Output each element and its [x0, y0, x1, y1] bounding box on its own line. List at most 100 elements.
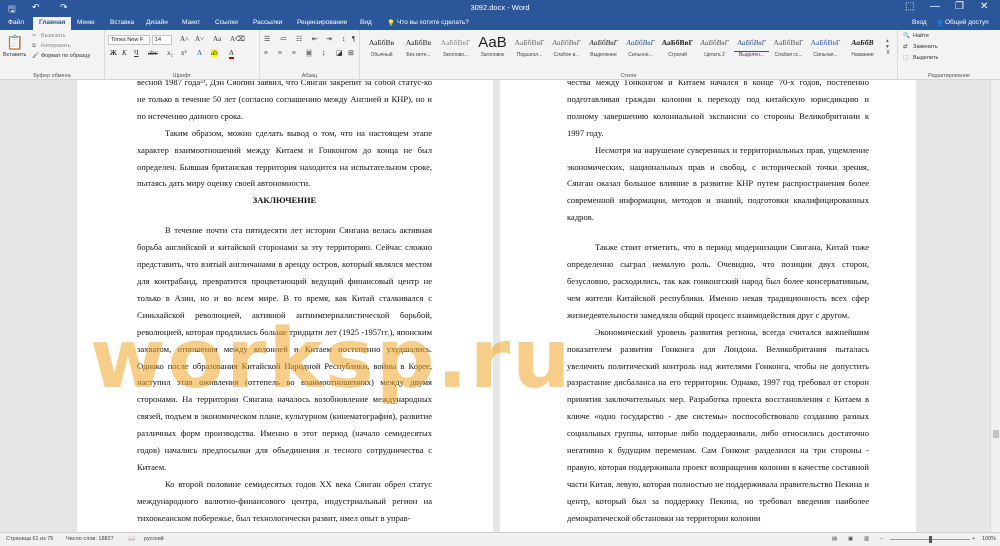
font-color-icon[interactable]: A — [229, 49, 235, 59]
decrease-indent-icon[interactable]: ⇤ — [312, 35, 318, 43]
line-spacing-icon[interactable]: ↨ — [322, 49, 326, 57]
style-quote[interactable]: АаБбВвГ Цитата 2 — [697, 34, 732, 64]
text-effects-icon[interactable]: A — [197, 49, 202, 57]
change-case-icon[interactable]: Aa — [213, 35, 221, 43]
paragraph[interactable] — [137, 209, 432, 222]
style-heading-1[interactable]: АаБбВвГ Заголово... — [438, 34, 473, 64]
align-right-icon[interactable]: ≡ — [292, 49, 296, 57]
document-area[interactable]: весной 1987 года²³, Дэн Сяопин заявил, ч… — [0, 80, 990, 532]
style-subtle-emphasis[interactable]: АаБбВвГ Слабое в... — [549, 34, 584, 64]
style-book-title[interactable]: АаБбВ Название — [845, 34, 880, 64]
zoom-in-icon[interactable]: + — [972, 536, 975, 542]
style-name: Слабое в... — [553, 52, 580, 58]
style-intense-emphasis[interactable]: АаБбВвГ Сильное... — [623, 34, 658, 64]
shrink-font-icon[interactable]: A˅ — [195, 35, 204, 43]
borders-icon[interactable]: ⊞ — [348, 49, 354, 57]
page-count[interactable]: Страница 61 из 75 — [6, 536, 53, 542]
zoom-level[interactable]: 100% — [982, 536, 996, 542]
restore-button[interactable]: ❐ — [955, 1, 964, 12]
style-emphasis[interactable]: АаБбВвГ Выделение — [586, 34, 621, 64]
page-right-text[interactable]: чества между Гонконгом и Китаем начался … — [567, 80, 869, 527]
tab-mailings[interactable]: Рассылки — [253, 19, 282, 26]
font-name-select[interactable]: Times New F — [108, 35, 150, 45]
underline-icon[interactable]: Ч — [134, 49, 139, 57]
clear-format-icon[interactable]: A⌫ — [230, 35, 245, 43]
paragraph[interactable]: Ко второй половине семидесятых годов XX … — [137, 476, 432, 527]
multilevel-icon[interactable]: ☷ — [296, 35, 302, 43]
paragraph[interactable]: Также стоит отметить, что в период модер… — [567, 239, 869, 324]
paragraph[interactable]: Экономический уровень развития региона, … — [567, 324, 869, 527]
tab-insert[interactable]: Вставка — [110, 19, 134, 26]
page-left-text[interactable]: весной 1987 года²³, Дэн Сяопин заявил, ч… — [137, 80, 432, 527]
zoom-slider-thumb[interactable] — [929, 536, 932, 543]
highlight-icon[interactable]: ab — [211, 49, 218, 57]
web-layout-icon[interactable]: ▥ — [864, 536, 869, 542]
section-heading[interactable]: ЗАКЛЮЧЕНИЕ — [137, 192, 432, 209]
tell-me-box[interactable]: Что вы хотите сделать? — [397, 19, 469, 26]
tab-layout[interactable]: Макет — [182, 19, 200, 26]
page-left[interactable]: весной 1987 года²³, Дэн Сяопин заявил, ч… — [77, 80, 493, 532]
superscript-icon[interactable]: x² — [181, 49, 187, 57]
numbering-icon[interactable]: ≔ — [280, 35, 287, 43]
style-strong[interactable]: АаБбВвГ Строгий — [660, 34, 695, 64]
close-button[interactable]: ✕ — [980, 1, 988, 12]
italic-icon[interactable]: К — [122, 49, 127, 57]
tab-menu[interactable]: Меню — [77, 19, 95, 26]
vertical-scrollbar[interactable] — [990, 80, 1000, 532]
copy-button[interactable]: Копировать — [41, 43, 71, 49]
word-count[interactable]: Число слов: 18827 — [66, 536, 114, 542]
style-subtitle[interactable]: АаБбВвГ Подзагол... — [512, 34, 547, 64]
language-indicator[interactable]: русский — [144, 536, 164, 542]
paragraph[interactable]: Таким образом, можно сделать вывод о том… — [137, 125, 432, 193]
paragraph[interactable] — [567, 226, 869, 239]
proofing-icon[interactable]: 📖 — [128, 536, 135, 542]
paste-icon[interactable]: 📋 — [6, 34, 23, 51]
scroll-thumb[interactable] — [993, 430, 999, 438]
style-normal[interactable]: АаБбВв Обычный — [364, 34, 399, 64]
tab-references[interactable]: Ссылки — [215, 19, 238, 26]
share-button[interactable]: Общий доступ — [945, 19, 989, 26]
ribbon-tabs: Файл Главная Меню Вставка Дизайн Макет С… — [0, 16, 1000, 30]
tab-design[interactable]: Дизайн — [146, 19, 168, 26]
paragraph[interactable]: весной 1987 года²³, Дэн Сяопин заявил, ч… — [137, 80, 432, 125]
page-right[interactable]: чества между Гонконгом и Китаем начался … — [500, 80, 916, 532]
tab-review[interactable]: Рецензирование — [297, 19, 347, 26]
read-mode-icon[interactable]: ▤ — [832, 536, 837, 542]
increase-indent-icon[interactable]: ⇥ — [326, 35, 332, 43]
zoom-out-icon[interactable]: − — [880, 536, 883, 542]
ribbon-display-button[interactable]: ⬚ — [905, 1, 914, 12]
align-center-icon[interactable]: ≡ — [278, 49, 282, 57]
replace-button[interactable]: Заменить — [913, 44, 938, 50]
format-painter-button[interactable]: Формат по образцу — [41, 53, 90, 59]
styles-scroll-icon[interactable]: ▴ ▾ ⊽ — [886, 38, 890, 56]
bullets-icon[interactable]: ☰ — [264, 35, 270, 43]
tab-home[interactable]: Главная — [33, 17, 72, 30]
justify-icon[interactable]: ≣ — [306, 49, 312, 57]
signin-link[interactable]: Вход — [912, 19, 927, 26]
align-left-icon[interactable]: ≡ — [264, 49, 268, 57]
select-button[interactable]: Выделить — [913, 55, 938, 61]
bold-icon[interactable]: Ж — [110, 49, 117, 57]
paragraph[interactable]: чества между Гонконгом и Китаем начался … — [567, 80, 869, 142]
cut-button[interactable]: Вырезать — [41, 33, 65, 39]
subscript-icon[interactable]: x₂ — [167, 49, 173, 57]
paragraph[interactable]: Несмотря на нарушение суверенных и терри… — [567, 142, 869, 227]
print-layout-icon[interactable]: ▣ — [848, 536, 853, 542]
tab-file[interactable]: Файл — [8, 19, 24, 26]
style-intense-quote[interactable]: АаБбВвГ Выделен... — [734, 34, 769, 64]
paragraph[interactable]: В течение почти ста пятидесяти лет истор… — [137, 222, 432, 476]
paste-button[interactable]: Вставить — [3, 52, 26, 58]
shading-icon[interactable]: ◪ — [336, 49, 343, 57]
style-no-spacing[interactable]: АаБбВв Без инте... — [401, 34, 436, 64]
pilcrow-icon[interactable]: ¶ — [352, 35, 355, 43]
minimize-button[interactable]: — — [930, 1, 940, 12]
style-intense-reference[interactable]: АаБбВвГ Сильная... — [808, 34, 843, 64]
style-title[interactable]: АаВ Заголовок — [475, 34, 510, 64]
grow-font-icon[interactable]: A˄ — [180, 35, 189, 43]
style-subtle-reference[interactable]: АаБбВвГ Слабая сс... — [771, 34, 806, 64]
tab-view[interactable]: Вид — [360, 19, 372, 26]
strikethrough-icon[interactable]: abc — [148, 49, 158, 57]
find-button[interactable]: Найти — [913, 33, 929, 39]
font-size-select[interactable]: 14 — [152, 35, 172, 45]
sort-icon[interactable]: ↕ — [342, 35, 346, 43]
